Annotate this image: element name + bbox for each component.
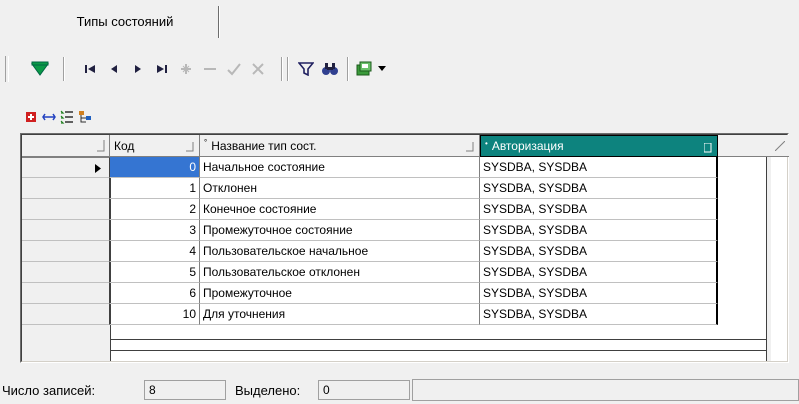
cell-name[interactable]: Промежуточное	[200, 283, 480, 304]
tab-label: Типы состояний	[76, 13, 174, 29]
scroll-corner	[770, 135, 789, 157]
filter-dropdown-icon	[704, 143, 712, 153]
filter-icon[interactable]	[295, 58, 317, 80]
cell-code[interactable]: 5	[110, 262, 200, 283]
cell-name[interactable]: Пользовательское отклонен	[200, 262, 480, 283]
table-row[interactable]: 6 Промежуточное SYSDBA, SYSDBA	[110, 283, 718, 304]
list-icon[interactable]	[58, 108, 76, 126]
cell-name[interactable]: Пользовательское начальное	[200, 241, 480, 262]
delete-record-icon	[199, 58, 221, 80]
cell-code[interactable]: 1	[110, 178, 200, 199]
selected-count-value: 0	[318, 380, 410, 400]
filter-toggle-icon[interactable]	[29, 58, 51, 80]
toolbar-grip[interactable]	[5, 56, 9, 82]
table-row[interactable]: 1 Отклонен SYSDBA, SYSDBA	[110, 178, 718, 199]
table-row[interactable]: 2 Конечное состояние SYSDBA, SYSDBA	[110, 199, 718, 220]
current-row-icon	[95, 164, 101, 173]
selected-count-label: Выделено:	[235, 383, 301, 398]
column-header-auth[interactable]: • Авторизация	[480, 135, 718, 157]
tab-bar: Типы состояний	[0, 0, 799, 38]
row-indicator[interactable]	[22, 283, 110, 304]
cell-code[interactable]: 4	[110, 241, 200, 262]
row-indicator[interactable]	[22, 262, 110, 283]
record-count-value: 8	[144, 380, 226, 400]
indicator-header[interactable]	[22, 135, 110, 157]
status-panel	[412, 379, 799, 401]
status-bar: Число записей: 8 Выделено: 0	[0, 377, 799, 404]
next-record-icon[interactable]	[127, 58, 149, 80]
add-icon[interactable]	[22, 108, 40, 126]
dropdown-arrow-icon[interactable]	[375, 58, 389, 80]
column-options-icon	[97, 139, 105, 151]
cell-auth[interactable]: SYSDBA, SYSDBA	[480, 220, 718, 241]
row-indicator[interactable]	[22, 220, 110, 241]
cell-name[interactable]: Отклонен	[200, 178, 480, 199]
row-indicator[interactable]	[22, 199, 110, 220]
cell-name[interactable]: Для уточнения	[200, 304, 480, 325]
cell-code[interactable]: 0	[110, 157, 200, 178]
cell-auth[interactable]: SYSDBA, SYSDBA	[480, 157, 718, 178]
cell-code[interactable]: 6	[110, 283, 200, 304]
cell-auth[interactable]: SYSDBA, SYSDBA	[480, 178, 718, 199]
cell-auth[interactable]: SYSDBA, SYSDBA	[480, 283, 718, 304]
cell-auth[interactable]: SYSDBA, SYSDBA	[480, 241, 718, 262]
row-indicator[interactable]	[22, 157, 110, 178]
state-types-grid[interactable]: Код ° Название тип сост. • Авторизация 0…	[20, 133, 789, 363]
navigation-toolbar	[0, 52, 799, 84]
cell-code[interactable]: 10	[110, 304, 200, 325]
required-marker-icon: •	[485, 138, 488, 148]
cancel-edit-icon	[247, 58, 269, 80]
table-row[interactable]: 0 Начальное состояние SYSDBA, SYSDBA	[110, 157, 718, 178]
export-icon[interactable]	[353, 58, 375, 80]
table-row[interactable]: 4 Пользовательское начальное SYSDBA, SYSDB…	[110, 241, 718, 262]
column-header-label: Код	[114, 138, 135, 153]
table-row[interactable]: 5 Пользовательское отклонен SYSDBA, SYSDBA	[110, 262, 718, 283]
cell-auth[interactable]: SYSDBA, SYSDBA	[480, 304, 718, 325]
column-header-name[interactable]: ° Название тип сост.	[200, 135, 480, 157]
column-header-code[interactable]: Код	[110, 135, 200, 157]
last-record-icon[interactable]	[151, 58, 173, 80]
record-count-label: Число записей:	[2, 383, 96, 398]
cell-name[interactable]: Начальное состояние	[200, 157, 480, 178]
cell-auth[interactable]: SYSDBA, SYSDBA	[480, 199, 718, 220]
link-icon[interactable]	[40, 108, 58, 126]
column-header-label: Авторизация	[491, 139, 564, 153]
cell-code[interactable]: 3	[110, 220, 200, 241]
column-header-label: Название тип сост.	[211, 138, 317, 153]
column-header-empty	[718, 135, 770, 157]
required-marker-icon: °	[204, 138, 208, 147]
hierarchy-icon[interactable]	[76, 108, 94, 126]
row-indicator[interactable]	[22, 304, 110, 325]
prior-record-icon[interactable]	[103, 58, 125, 80]
cell-code[interactable]: 2	[110, 199, 200, 220]
cell-name[interactable]: Промежуточное состояние	[200, 220, 480, 241]
cell-name[interactable]: Конечное состояние	[200, 199, 480, 220]
insert-record-icon	[175, 58, 197, 80]
find-icon[interactable]	[319, 58, 341, 80]
table-row[interactable]: 3 Промежуточное состояние SYSDBA, SYSDBA	[110, 220, 718, 241]
row-indicator[interactable]	[22, 241, 110, 262]
first-record-icon[interactable]	[79, 58, 101, 80]
cell-auth[interactable]: SYSDBA, SYSDBA	[480, 262, 718, 283]
table-row[interactable]: 10 Для уточнения SYSDBA, SYSDBA	[110, 304, 718, 325]
post-edit-icon	[223, 58, 245, 80]
grid-footer-line	[110, 339, 766, 340]
tab-state-types[interactable]: Типы состояний	[32, 6, 218, 36]
row-indicator[interactable]	[22, 178, 110, 199]
sort-icon	[186, 142, 194, 152]
sort-icon	[466, 142, 474, 152]
